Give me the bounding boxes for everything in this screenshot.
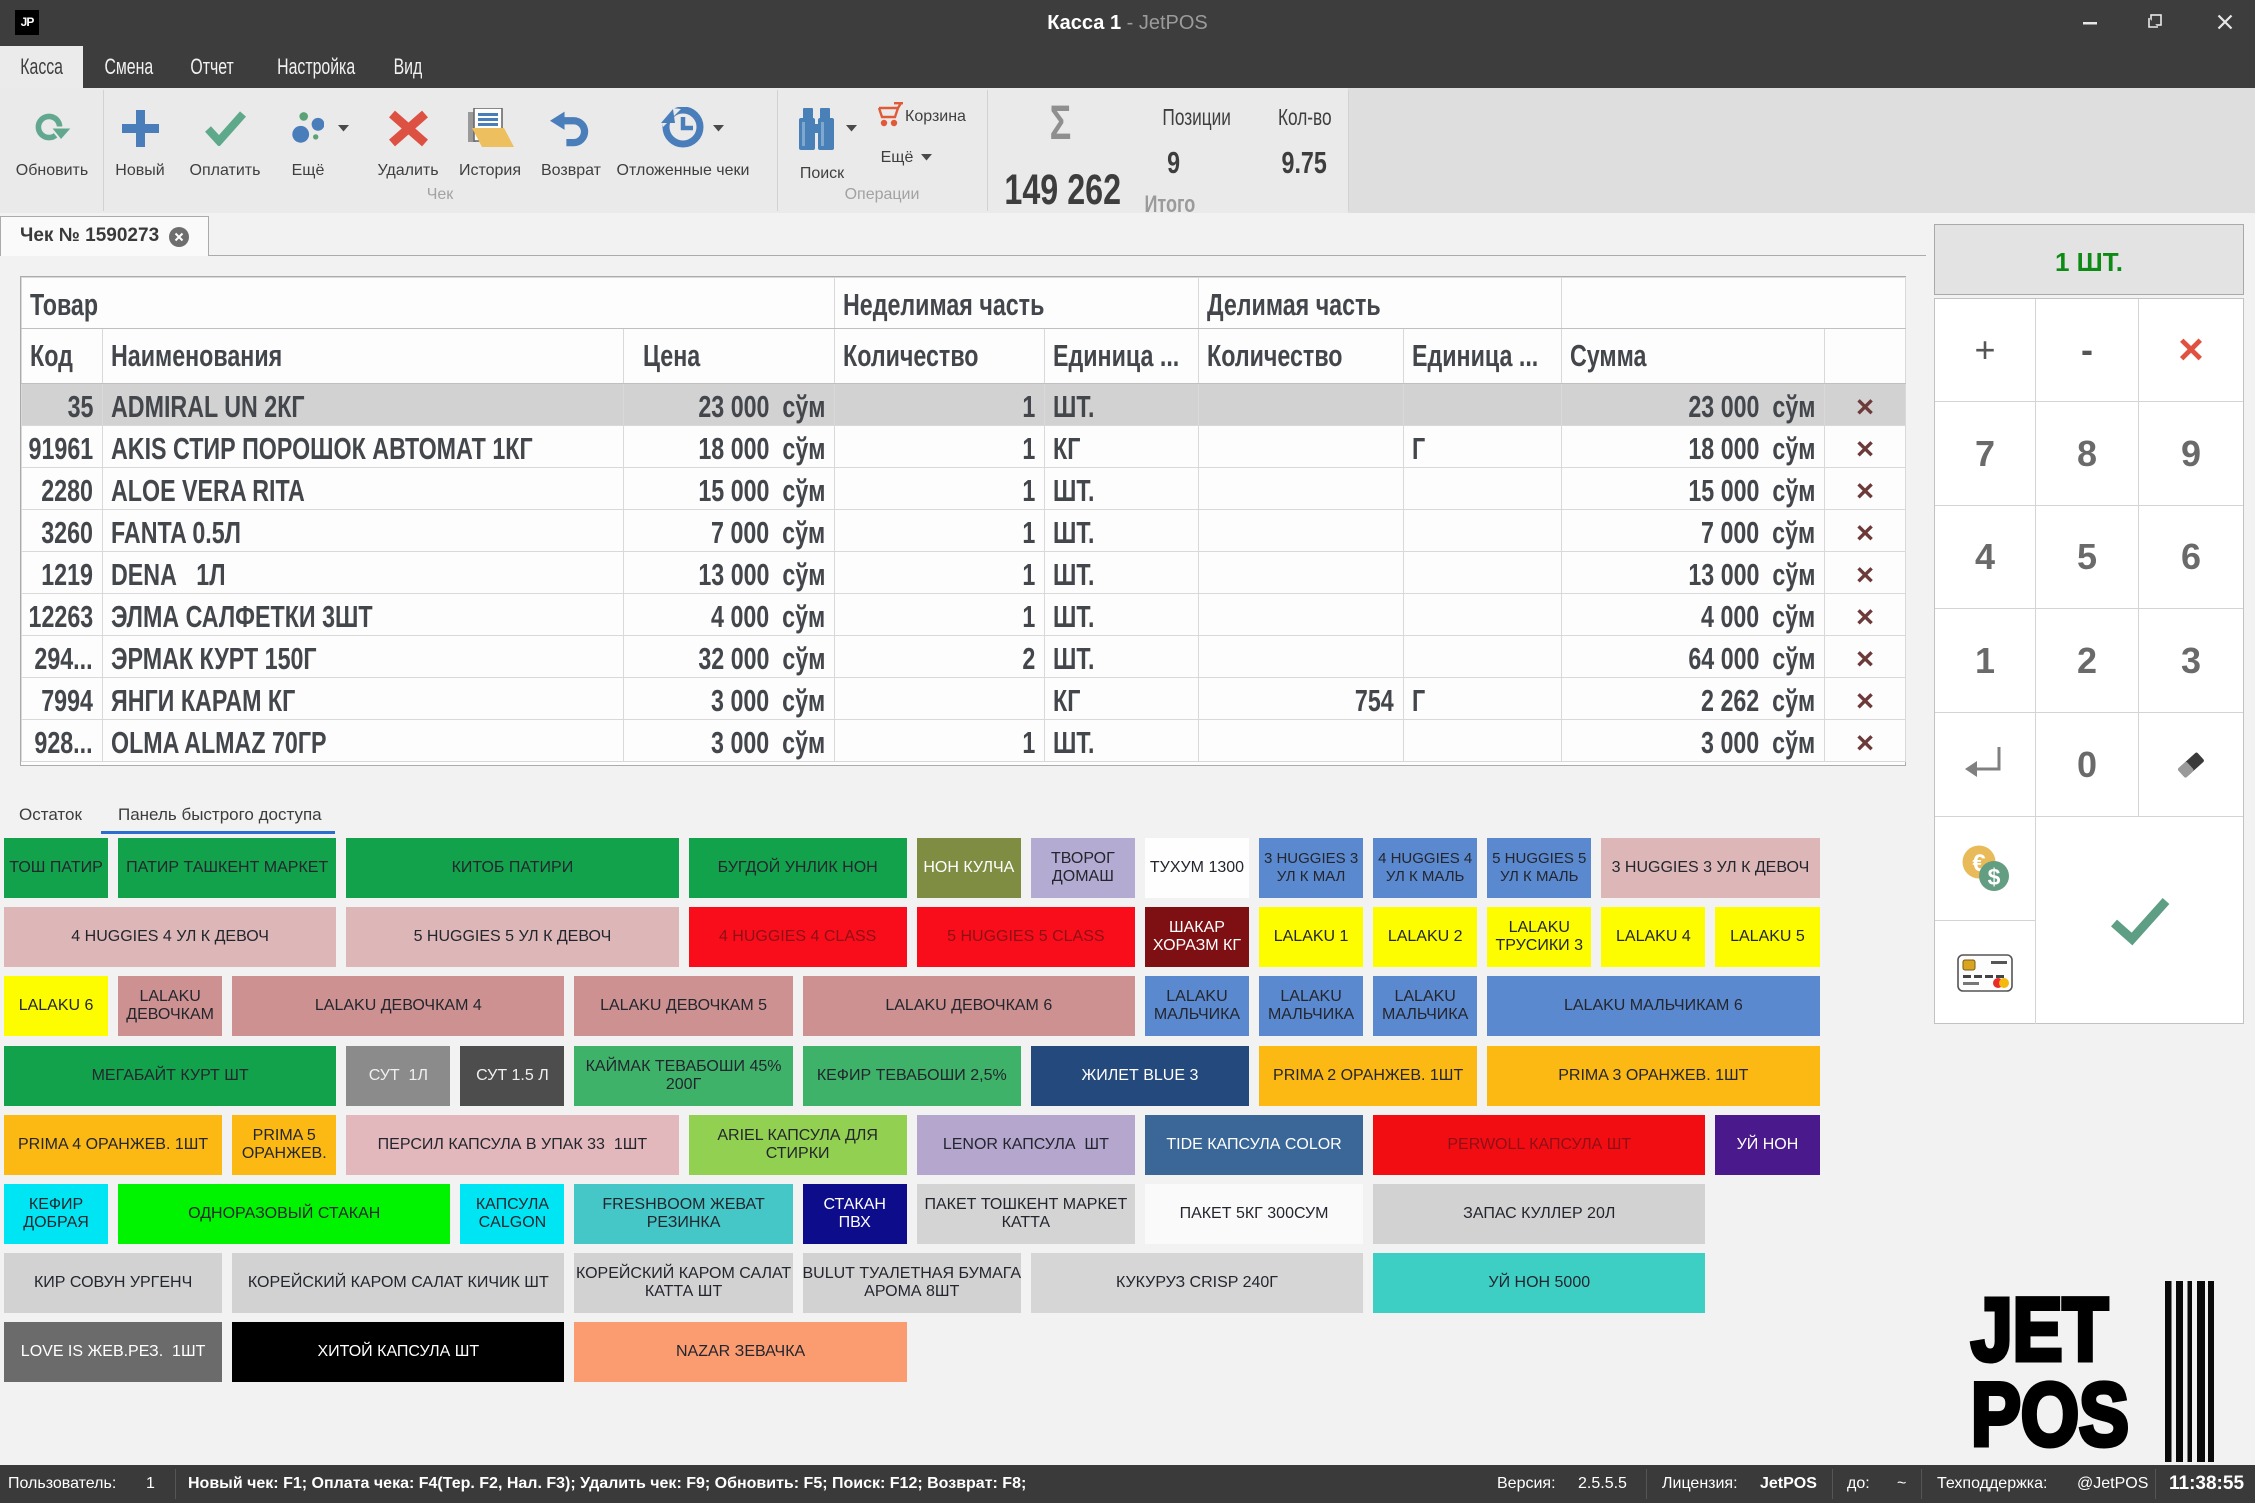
svg-text:$: $: [1988, 864, 2001, 890]
